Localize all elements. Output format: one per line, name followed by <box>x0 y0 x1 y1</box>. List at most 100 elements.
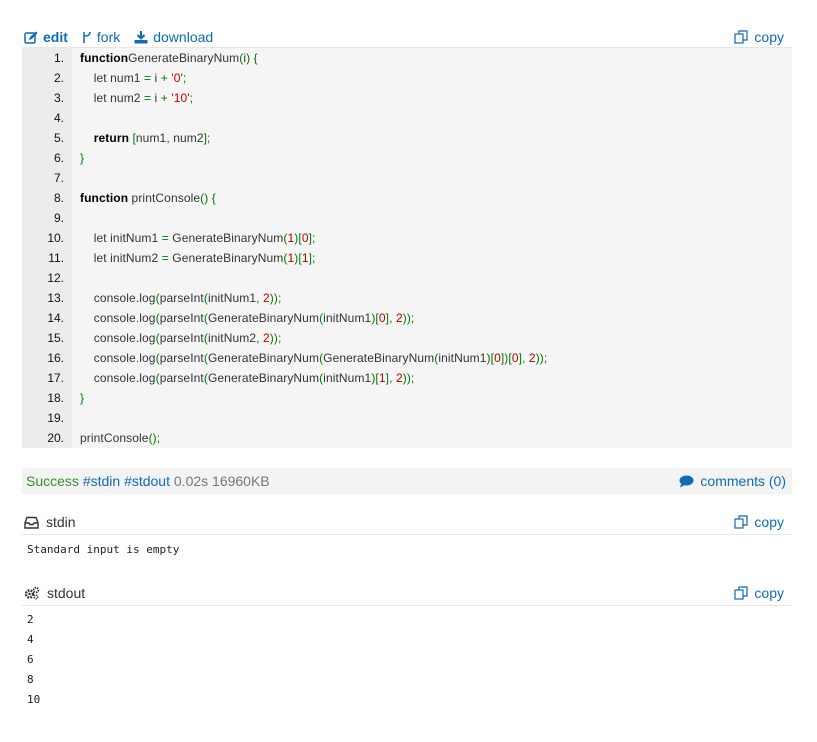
code-copy-button[interactable]: copy <box>734 29 784 45</box>
copy-icon <box>734 30 749 44</box>
stdout-header: stdout copy <box>22 585 792 606</box>
edit-label: edit <box>43 29 68 45</box>
line-code: console.log(parseInt(GenerateBinaryNum(i… <box>93 311 415 325</box>
code-line: 13. console.log(parseInt(initNum1, 2)); <box>22 288 792 308</box>
code-line: 5. return [num1, num2]; <box>22 128 792 148</box>
line-number: 6. <box>53 151 64 165</box>
code-line: 20. printConsole(); <box>22 428 792 448</box>
code-line: 4. <box>22 108 792 128</box>
line-code: let num2 = i + '10'; <box>93 91 194 105</box>
code-line: 9. <box>22 208 792 228</box>
stdout-copy-button[interactable]: copy <box>734 585 784 601</box>
code-line: 12. <box>22 268 792 288</box>
comments-button[interactable]: comments (0) <box>679 468 786 494</box>
code-line: 10. let initNum1 = GenerateBinaryNum(1)[… <box>22 228 792 248</box>
line-number: 8. <box>53 191 64 205</box>
stdin-copy-label: copy <box>754 514 784 530</box>
line-code: console.log(parseInt(GenerateBinaryNum(i… <box>93 371 415 385</box>
code-line: 3. let num2 = i + '10'; <box>22 88 792 108</box>
stdout-title: stdout <box>24 585 85 601</box>
stdout-title-text: stdout <box>47 585 86 601</box>
stdout-line: 6 <box>27 653 34 666</box>
comment-icon <box>679 475 694 488</box>
line-number: 2. <box>53 71 64 85</box>
line-code: console.log(parseInt(initNum1, 2)); <box>93 291 282 305</box>
line-number: 7. <box>53 171 64 185</box>
line-code: let num1 = i + '0'; <box>93 71 187 85</box>
line-number: 19. <box>47 411 64 425</box>
download-label: download <box>153 29 214 45</box>
code-line: 14. console.log(parseInt(GenerateBinaryN… <box>22 308 792 328</box>
stdout-line: 2 <box>27 613 34 626</box>
fork-button[interactable]: fork <box>82 29 120 45</box>
stdout-line: 10 <box>27 693 41 706</box>
line-code: functionGenerateBinaryNum(i) { <box>80 51 258 65</box>
line-number: 13. <box>47 291 64 305</box>
line-code: } <box>80 391 85 405</box>
memory-usage: 16960KB <box>212 473 270 489</box>
edit-icon <box>24 31 38 44</box>
line-number: 11. <box>48 251 64 265</box>
line-code: } <box>80 151 85 165</box>
gears-icon <box>24 586 40 600</box>
result-status-bar: Success #stdin #stdout 0.02s 16960KB com… <box>22 468 792 494</box>
code-line: 7. <box>22 168 792 188</box>
line-number: 3. <box>53 91 64 105</box>
line-code: printConsole(); <box>80 431 161 445</box>
copy-icon <box>734 586 749 600</box>
stdout-link[interactable]: #stdout <box>124 473 170 489</box>
stdin-title: stdin <box>24 514 76 530</box>
stdin-title-text: stdin <box>46 514 76 530</box>
code-line: 6.} <box>22 148 792 168</box>
comments-label: comments (0) <box>700 473 786 489</box>
toolbar-actions: edit fork download <box>24 29 213 45</box>
download-icon <box>134 30 148 44</box>
stdout-line: 4 <box>27 633 34 646</box>
download-button[interactable]: download <box>134 29 213 45</box>
line-number: 12. <box>47 271 64 285</box>
copy-label: copy <box>754 29 784 45</box>
line-number: 18. <box>47 391 64 405</box>
stdin-link[interactable]: #stdin <box>83 473 120 489</box>
code-block: 1. functionGenerateBinaryNum(i) { 2. let n… <box>22 48 792 448</box>
line-number: 20. <box>47 431 64 445</box>
code-line: 2. let num1 = i + '0'; <box>22 68 792 88</box>
code-line: 15. console.log(parseInt(initNum2, 2)); <box>22 328 792 348</box>
code-line: 16. console.log(parseInt(GenerateBinaryN… <box>22 348 792 368</box>
line-number: 17. <box>47 371 64 385</box>
status-summary: Success #stdin #stdout 0.02s 16960KB <box>26 468 270 494</box>
line-number: 5. <box>53 131 64 145</box>
code-line: 19. <box>22 408 792 428</box>
fork-icon <box>82 31 92 44</box>
copy-icon <box>734 515 749 529</box>
code-line: 17. console.log(parseInt(GenerateBinaryN… <box>22 368 792 388</box>
line-code: console.log(parseInt(initNum2, 2)); <box>93 331 282 345</box>
line-code: console.log(parseInt(GenerateBinaryNum(G… <box>93 351 548 365</box>
fork-label: fork <box>96 29 121 45</box>
code-toolbar: edit fork download copy <box>22 28 792 48</box>
stdout-line: 8 <box>27 673 34 686</box>
line-code: return [num1, num2]; <box>93 131 211 145</box>
status-result: Success <box>26 473 79 489</box>
edit-button[interactable]: edit <box>24 29 68 45</box>
line-code: let initNum1 = GenerateBinaryNum(1)[0]; <box>93 231 316 245</box>
line-code: function printConsole() { <box>80 191 216 205</box>
code-line: 11. let initNum2 = GenerateBinaryNum(1)[… <box>22 248 792 268</box>
line-number: 14. <box>47 311 64 325</box>
stdin-content: Standard input is empty <box>27 543 180 556</box>
code-line: 8. function printConsole() { <box>22 188 792 208</box>
line-code: let initNum2 = GenerateBinaryNum(1)[1]; <box>93 251 316 265</box>
line-number: 15. <box>47 331 64 345</box>
inbox-icon <box>24 516 39 529</box>
stdout-copy-label: copy <box>754 585 784 601</box>
line-number: 10. <box>47 231 64 245</box>
exec-time: 0.02s <box>173 473 209 489</box>
code-line: 18.} <box>22 388 792 408</box>
line-number: 4. <box>53 111 64 125</box>
line-number: 9. <box>53 211 64 225</box>
code-line: 1. functionGenerateBinaryNum(i) { <box>22 48 792 68</box>
stdin-copy-button[interactable]: copy <box>734 514 784 530</box>
stdin-header: stdin copy <box>22 514 792 535</box>
line-number: 1. <box>53 51 64 65</box>
line-number: 16. <box>47 351 64 365</box>
